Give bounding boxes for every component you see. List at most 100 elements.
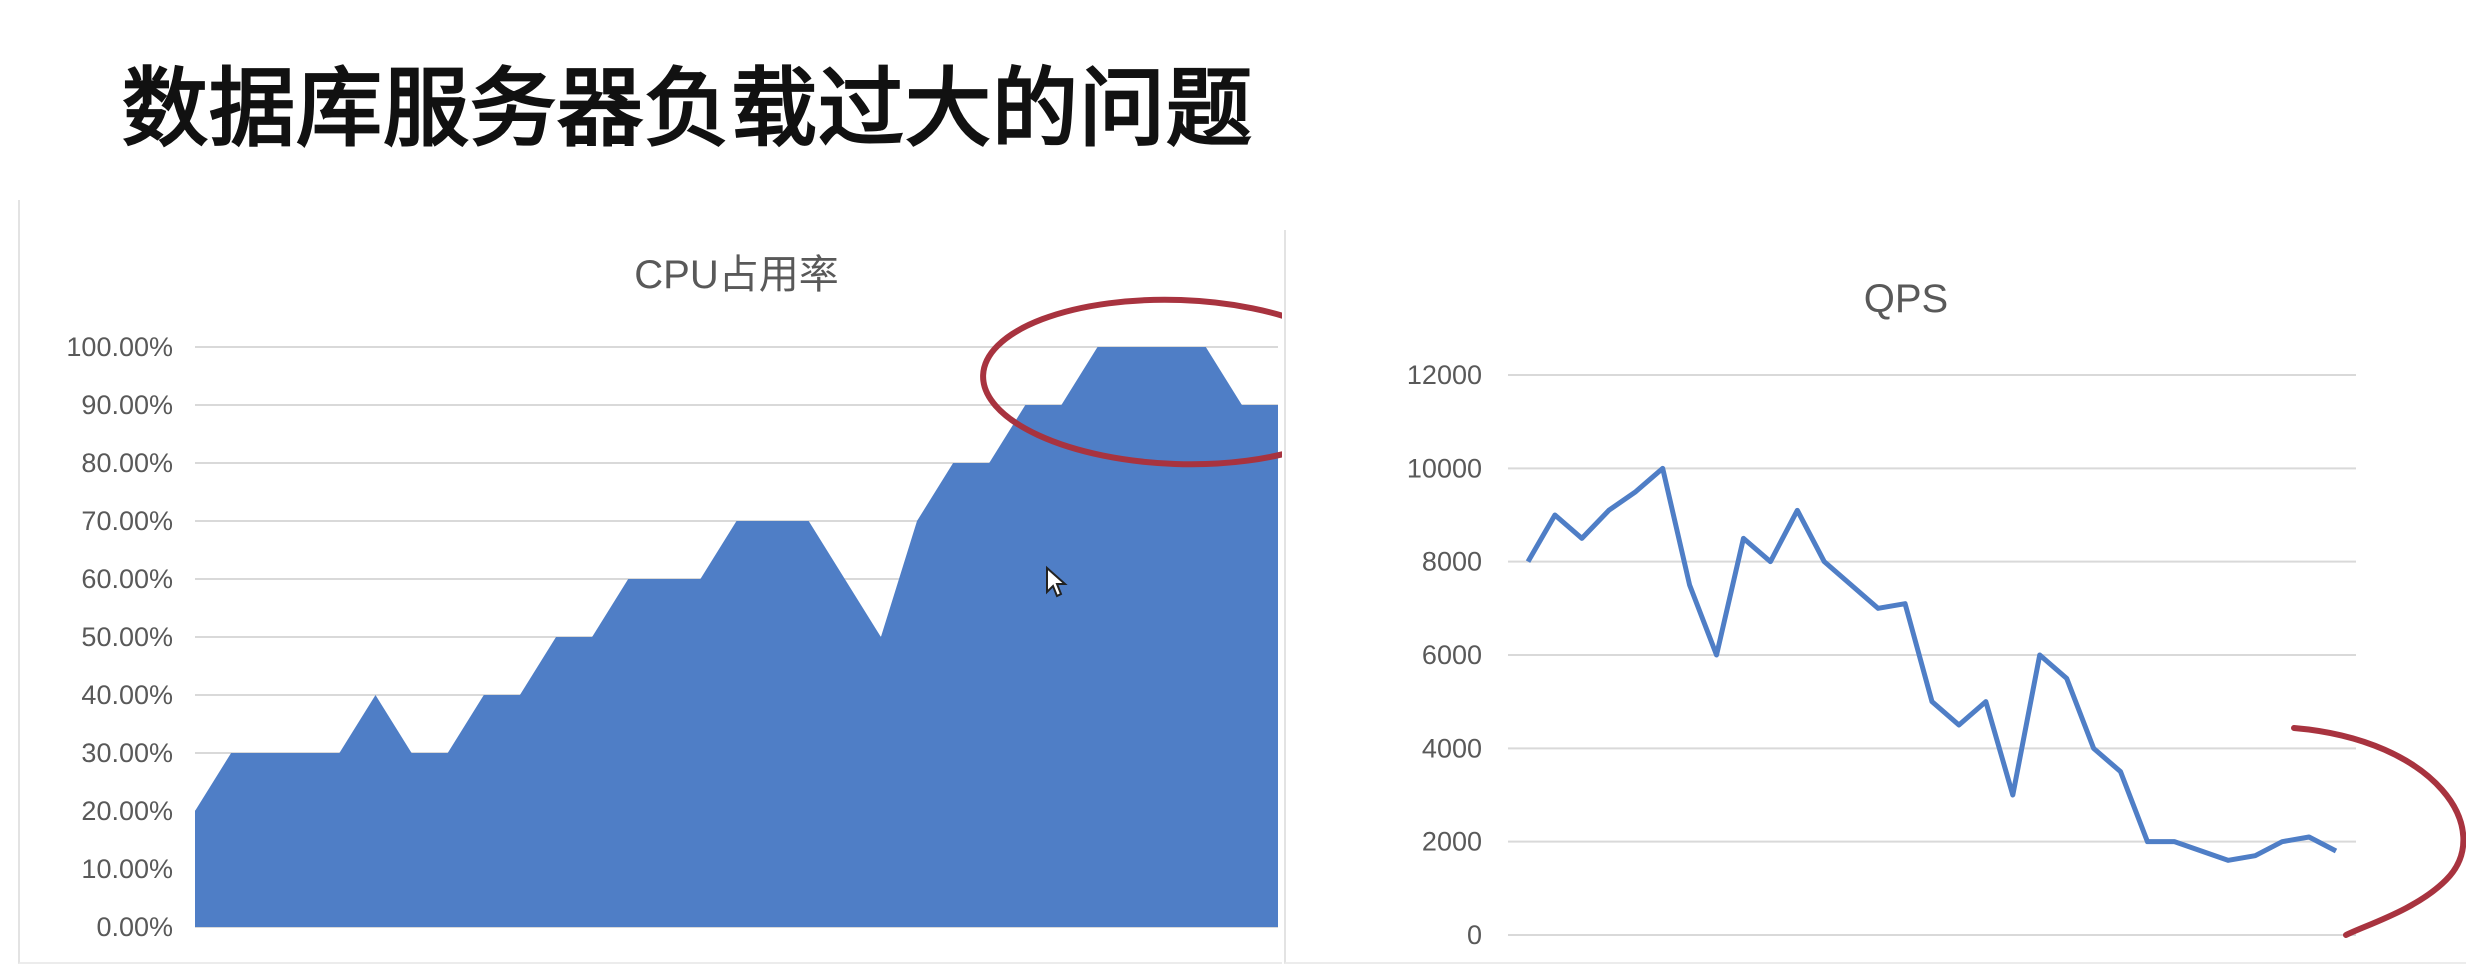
qps-line-series xyxy=(1525,465,2338,863)
data-point xyxy=(1876,606,1880,610)
y-tick-label: 30.00% xyxy=(81,738,173,768)
data-point xyxy=(1023,403,1027,407)
x-tick-label: 0:08 xyxy=(458,957,511,962)
data-point xyxy=(807,519,811,523)
data-point xyxy=(554,635,558,639)
cpu-chart: CPU占用率 0.00% 10.00% 20.00% 30.00% 40.00% 50.00… xyxy=(66,253,1376,972)
data-point xyxy=(2119,770,2123,774)
data-point xyxy=(1661,466,1665,470)
data-point xyxy=(1096,345,1100,349)
data-point xyxy=(2145,840,2149,844)
x-tick-label: 0:10 xyxy=(530,957,583,962)
data-point xyxy=(2334,849,2338,853)
data-point xyxy=(2253,854,2257,858)
data-point xyxy=(1903,602,1907,606)
data-point xyxy=(771,519,775,523)
data-point xyxy=(1580,536,1584,540)
x-tick-label: 0:28 xyxy=(1180,957,1233,962)
data-point xyxy=(482,693,486,697)
x-tick-label: 0:06 xyxy=(385,957,438,962)
data-point xyxy=(843,577,847,581)
data-point xyxy=(229,751,233,755)
y-tick-label: 90.00% xyxy=(81,390,173,420)
x-tick-label: 0:30 xyxy=(1252,957,1282,962)
data-point xyxy=(987,461,991,465)
data-point xyxy=(337,751,341,755)
data-point xyxy=(2307,835,2311,839)
data-point xyxy=(410,751,414,755)
data-point xyxy=(1957,723,1961,727)
data-point xyxy=(1768,560,1772,564)
data-point xyxy=(1822,560,1826,564)
x-tick-label: 0:04 xyxy=(313,957,366,962)
data-point xyxy=(1607,508,1611,512)
data-point xyxy=(193,809,197,813)
x-tick-label: 0:02 xyxy=(241,957,294,962)
y-tick-label: 50.00% xyxy=(81,622,173,652)
chart-title: CPU占用率 xyxy=(634,253,838,297)
x-tick-label: 0:16 xyxy=(746,957,799,962)
y-tick-label: 8000 xyxy=(1422,547,1482,577)
y-tick-label: 0 xyxy=(1467,920,1482,950)
data-point xyxy=(626,577,630,581)
x-tick-label: 0:26 xyxy=(1107,957,1160,962)
data-point xyxy=(1526,560,1530,564)
tail-highlight-arc xyxy=(2291,725,2467,938)
data-point xyxy=(2038,653,2042,657)
data-point xyxy=(879,635,883,639)
y-tick-label: 6000 xyxy=(1422,640,1482,670)
y-tick-label: 80.00% xyxy=(81,448,173,478)
data-point xyxy=(1984,700,1988,704)
data-point xyxy=(301,751,305,755)
qps-chart: QPS0200040006000800010000120000:000:020:… xyxy=(1407,277,2467,972)
data-point xyxy=(446,751,450,755)
data-point xyxy=(951,461,955,465)
qps-chart-panel: QPS0200040006000800010000120000:000:020:… xyxy=(1284,230,2467,972)
x-tick-label: 0:18 xyxy=(819,957,872,962)
x-tick-label: 0:22 xyxy=(963,957,1016,962)
cpu-chart-panel: CPU占用率 0.00% 10.00% 20.00% 30.00% 40.00% 50.00… xyxy=(18,200,1376,972)
chart-title: QPS xyxy=(1864,277,1948,321)
data-point xyxy=(1553,513,1557,517)
data-point xyxy=(2092,746,2096,750)
data-point xyxy=(265,751,269,755)
data-point xyxy=(915,519,919,523)
data-point xyxy=(1715,653,1719,657)
y-tick-label: 60.00% xyxy=(81,564,173,594)
y-tick-label: 100.00% xyxy=(66,332,173,362)
data-point xyxy=(2065,676,2069,680)
data-point xyxy=(518,693,522,697)
y-tick-label: 4000 xyxy=(1422,733,1482,763)
data-point xyxy=(1795,508,1799,512)
data-point xyxy=(2172,840,2176,844)
data-point xyxy=(1634,490,1638,494)
data-point xyxy=(2199,849,2203,853)
data-point xyxy=(2280,840,2284,844)
data-point xyxy=(1930,700,1934,704)
data-point xyxy=(1276,403,1280,407)
x-tick-label: 0:00 xyxy=(169,957,222,962)
data-point xyxy=(1204,345,1208,349)
y-tick-label: 12000 xyxy=(1407,360,1482,390)
data-point xyxy=(2011,793,2015,797)
x-tick-label: 0:14 xyxy=(674,957,727,962)
data-point xyxy=(1168,345,1172,349)
y-tick-label: 40.00% xyxy=(81,680,173,710)
x-tick-label: 0:24 xyxy=(1035,957,1088,962)
data-point xyxy=(1132,345,1136,349)
data-point xyxy=(1240,403,1244,407)
data-point xyxy=(1688,583,1692,587)
data-point xyxy=(1741,536,1745,540)
data-point xyxy=(590,635,594,639)
slide-title: 数据库服务器负载过大的问题 xyxy=(122,59,1253,159)
data-point xyxy=(1849,583,1853,587)
y-tick-label: 20.00% xyxy=(81,796,173,826)
y-tick-label: 2000 xyxy=(1422,827,1482,857)
x-tick-label: 0:12 xyxy=(602,957,655,962)
data-point xyxy=(2226,858,2230,862)
y-tick-label: 10.00% xyxy=(81,854,173,884)
data-point xyxy=(735,519,739,523)
y-tick-label: 10000 xyxy=(1407,453,1482,483)
x-tick-label: 0:20 xyxy=(891,957,944,962)
data-point xyxy=(698,577,702,581)
